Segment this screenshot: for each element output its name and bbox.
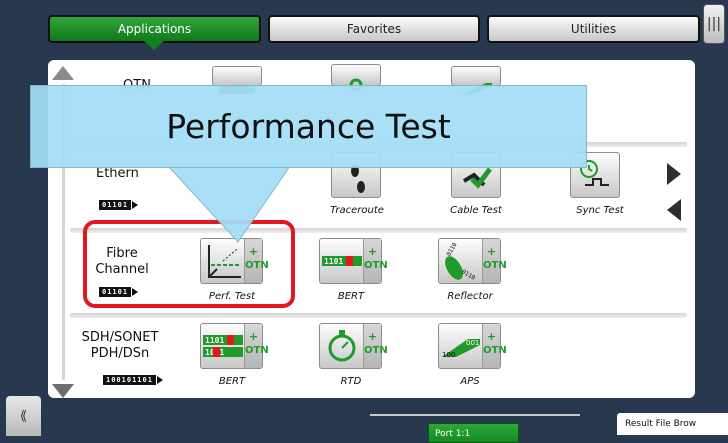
app-label-cable-test: Cable Test [450,205,502,216]
stopwatch-icon [320,324,364,368]
tab-favorites[interactable]: Favorites [268,15,480,43]
otn-app-tile-3[interactable]: 001 [451,66,501,95]
callout-text: Performance Test [166,107,451,146]
svg-text:100: 100 [442,351,455,359]
aps-switch-icon: 001 100 [439,324,483,368]
category-ethernet: Ethern [96,166,139,181]
port-button[interactable]: Port 1:1 [428,423,519,443]
category-sdh-line1: SDH/SONET [81,330,159,345]
app-label-reflector: Reflector [447,291,493,302]
category-sdh-line2: PDH/DSn [90,346,150,361]
tab-applications[interactable]: Applications [48,15,261,43]
otn-badge: + OTN [363,239,388,283]
svg-text:001: 001 [466,339,479,347]
scroll-down-icon[interactable] [52,384,74,398]
app-label-sync-test: Sync Test [576,205,624,216]
svg-text:0110: 0110 [445,241,458,257]
row-divider [70,313,687,318]
svg-text:1101: 1101 [205,336,224,345]
app-tile-aps[interactable]: 001 100 + OTN [438,323,507,369]
reflector-icon: 0110 0110 [439,239,483,283]
app-tile-bert-sdh[interactable]: 11011011 +OTN [200,323,269,369]
status-line [370,414,580,416]
svg-text:1101: 1101 [324,257,343,266]
category-sdh-sonet: SDH/SONET PDH/DSn [75,330,165,362]
active-tab-pointer [144,41,164,50]
svg-text:0110: 0110 [460,268,476,281]
app-tile-reflector[interactable]: 0110 0110 + OTN [438,238,507,284]
bits-badge-ethernet: 01101 [99,200,139,210]
app-tile-rtd[interactable]: + OTN [319,323,388,369]
otn-app-tile-2[interactable] [331,64,381,92]
otn-badge: + OTN [363,324,388,368]
otn-app-tile-1[interactable] [212,66,262,94]
bit-error-icon: 1101 [320,239,364,283]
highlight-box [83,220,295,308]
bit-error-icon: 11011011 [201,324,245,368]
app-tile-bert-fibre[interactable]: 1101 + OTN [319,238,388,284]
otn-badge: + OTN [482,324,507,368]
scroll-up-icon[interactable] [52,66,74,80]
tab-utilities[interactable]: Utilities [487,15,700,43]
app-label-traceroute: Traceroute [330,205,384,216]
app-label-aps: APS [460,376,480,387]
result-file-browser-button[interactable]: Result File Brow [617,413,728,435]
otn-badge: + OTN [244,324,269,368]
otn-badge: + OTN [482,239,507,283]
bits-badge-sdh: 100101101 [103,375,163,385]
app-label-bert-sdh: BERT [218,376,246,387]
page-prev-icon[interactable] [667,199,681,221]
app-label-rtd: RTD [340,376,362,387]
page-next-icon[interactable] [667,163,681,185]
chevrons-left-icon[interactable]: ⟪ [6,396,41,436]
app-label-bert-fibre: BERT [337,291,365,302]
menu-bars-icon[interactable]: ||| [703,4,725,44]
callout-bubble: Performance Test [30,85,587,168]
